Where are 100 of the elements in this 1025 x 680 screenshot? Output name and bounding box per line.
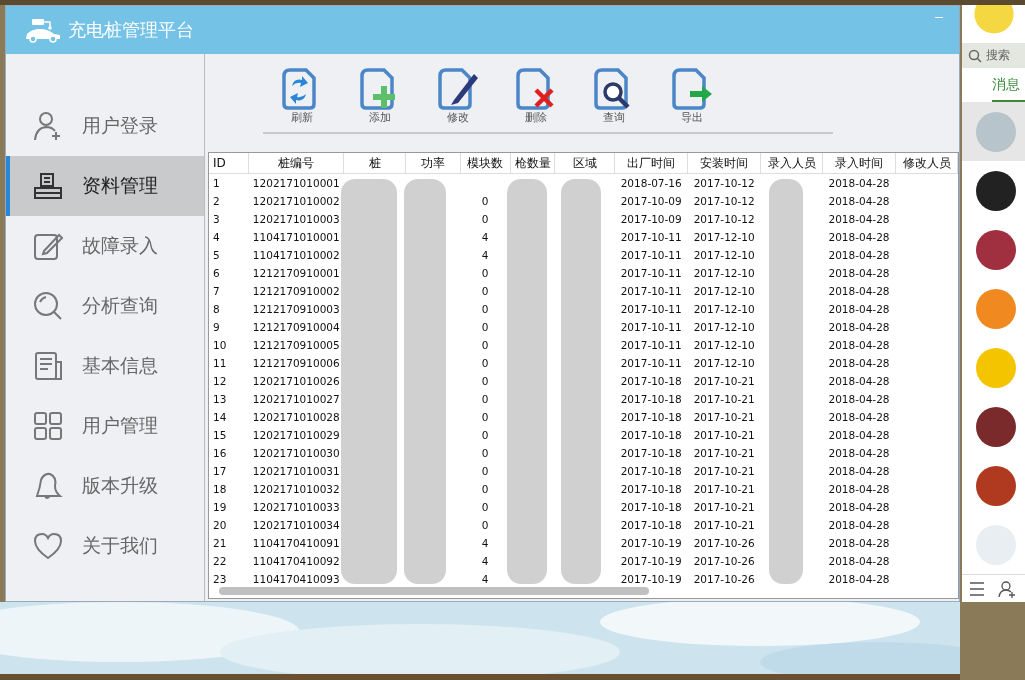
table-cell: 0	[481, 303, 489, 315]
sidebar-item[interactable]: 故障录入	[6, 216, 204, 276]
table-cell: 0	[481, 483, 489, 495]
table-cell: 0	[481, 375, 489, 387]
table-cell: 2018-04-28	[828, 195, 890, 207]
table-cell: 0	[481, 429, 489, 441]
table-cell: 0	[481, 321, 489, 333]
table-cell: 2018-04-28	[828, 447, 890, 459]
table-cell: 1104171010001	[252, 231, 340, 243]
table-cell: 2017-10-18	[620, 483, 682, 495]
table-cell: 1202171010003	[252, 213, 340, 225]
table-cell: 2018-04-28	[828, 465, 890, 477]
search-button[interactable]: 查询	[575, 66, 653, 132]
table-cell: 1104170410091	[252, 537, 340, 549]
table-cell: 2017-12-10	[693, 339, 755, 351]
table-cell: 1104170410093	[252, 573, 340, 585]
table-cell: 2017-10-18	[620, 393, 682, 405]
column-header[interactable]: 模块数	[465, 154, 506, 172]
table-cell: 2017-10-18	[620, 375, 682, 387]
table-cell: 2018-04-28	[828, 285, 890, 297]
table-cell: 0	[481, 213, 489, 225]
column-header[interactable]: 录入人员	[765, 154, 818, 172]
column-header[interactable]: 功率	[418, 154, 447, 172]
table-cell: 2018-04-28	[828, 177, 890, 189]
table-cell: 2017-10-26	[693, 573, 755, 585]
table-cell: 0	[481, 411, 489, 423]
table-cell: 1202171010026	[252, 375, 340, 387]
table-cell: 1212170910001	[252, 267, 340, 279]
table-cell: 2017-10-11	[620, 267, 682, 279]
table-cell: 18	[213, 483, 227, 495]
table-cell: 1212170910005	[252, 339, 340, 351]
table-cell: 5	[213, 249, 220, 261]
column-header[interactable]: 桩编号	[276, 154, 317, 172]
table-cell: 2017-10-18	[620, 501, 682, 513]
menu-icon[interactable]	[968, 581, 985, 596]
table-cell: 2018-04-28	[828, 249, 890, 261]
table-cell: 14	[213, 411, 227, 423]
table-cell: 2018-04-28	[828, 339, 890, 351]
table-cell: 1104171010002	[252, 249, 340, 261]
table-cell: 2017-10-11	[620, 249, 682, 261]
table-cell: 2017-10-26	[693, 555, 755, 567]
table-cell: 2017-10-21	[693, 483, 755, 495]
table-cell: 2017-10-18	[620, 411, 682, 423]
table-cell: 0	[481, 267, 489, 279]
table-cell: 2018-04-28	[828, 267, 890, 279]
column-header[interactable]: 区域	[570, 154, 599, 172]
table-cell: 8	[213, 303, 220, 315]
table-cell: 2018-04-28	[828, 483, 890, 495]
delete-button[interactable]: 删除	[497, 66, 575, 132]
table-cell: 2018-04-28	[828, 213, 890, 225]
column-header[interactable]: 安装时间	[698, 154, 751, 172]
table-cell: 0	[481, 195, 489, 207]
sidebar-item[interactable]: 版本升级	[6, 456, 204, 516]
table-cell: 2017-12-10	[693, 249, 755, 261]
column-header[interactable]: 修改人员	[900, 154, 953, 172]
table-cell: 1212170910002	[252, 285, 340, 297]
column-header[interactable]: ID	[209, 156, 249, 170]
table-cell: 2017-10-21	[693, 519, 755, 531]
sidebar-item[interactable]: 用户登录	[6, 96, 204, 156]
table-cell: 2	[213, 195, 220, 207]
export-button[interactable]: 导出	[653, 66, 731, 132]
column-header[interactable]: 桩	[366, 154, 383, 172]
table-cell: 1202171010033	[252, 501, 340, 513]
refresh-button[interactable]: 刷新	[263, 66, 341, 132]
table-cell: 1212170910003	[252, 303, 340, 315]
sidebar-item[interactable]: 用户管理	[6, 396, 204, 456]
add-button[interactable]: 添加	[341, 66, 419, 132]
table-cell: 0	[481, 501, 489, 513]
table-cell: 4	[481, 555, 489, 567]
table-cell: 2017-10-21	[693, 411, 755, 423]
search-field[interactable]: 搜索	[962, 43, 1025, 69]
table-cell: 2017-10-11	[620, 339, 682, 351]
table-cell: 2018-04-28	[828, 411, 890, 423]
table-cell: 2018-04-28	[828, 429, 890, 441]
export-file-icon	[670, 66, 714, 110]
sidebar-item[interactable]: 关于我们	[6, 516, 204, 576]
horizontal-scrollbar[interactable]	[219, 587, 649, 595]
table-cell: 3	[213, 213, 220, 225]
table-cell: 2017-10-21	[693, 465, 755, 477]
sidebar-item[interactable]: 资料管理	[6, 156, 204, 216]
edit-button[interactable]: 修改	[419, 66, 497, 132]
table-cell: 9	[213, 321, 220, 333]
sidebar-item[interactable]: 分析查询	[6, 276, 204, 336]
table-cell: 19	[213, 501, 227, 513]
table-cell: 12	[213, 375, 227, 387]
table-cell: 0	[481, 393, 489, 405]
sidebar-item[interactable]: 基本信息	[6, 336, 204, 396]
table-cell: 2017-10-18	[620, 429, 682, 441]
column-header[interactable]: 枪数量	[512, 154, 553, 172]
table-cell: 2017-12-10	[693, 303, 755, 315]
table-cell: 2018-04-28	[828, 393, 890, 405]
grid-icon	[32, 410, 64, 442]
column-header[interactable]: 出厂时间	[625, 154, 678, 172]
column-header[interactable]: 录入时间	[833, 154, 885, 172]
table-cell: 4	[481, 231, 489, 243]
table-cell: 1212170910006	[252, 357, 340, 369]
table-cell: 2017-10-12	[693, 213, 755, 225]
table-cell: 2017-12-10	[693, 285, 755, 297]
table-cell: 2017-10-19	[620, 537, 682, 549]
table-cell: 0	[481, 465, 489, 477]
